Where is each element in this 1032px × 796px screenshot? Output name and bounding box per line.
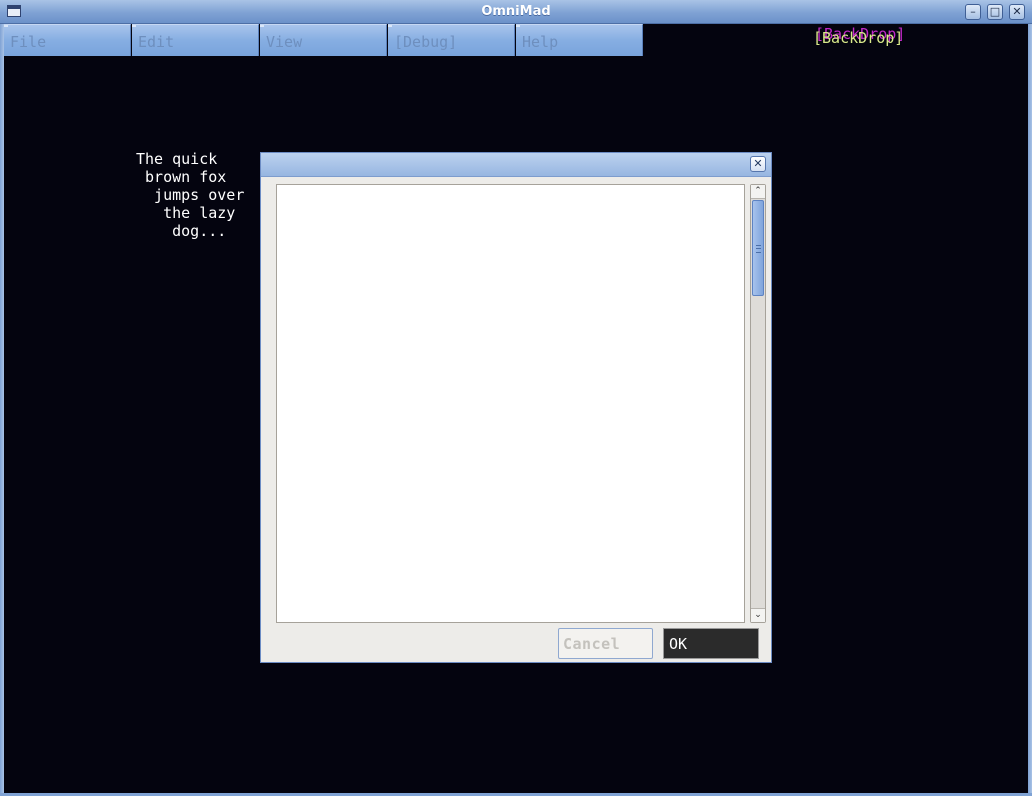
window-titlebar[interactable]: OmniMad – □ ✕	[0, 0, 1032, 24]
backdrop-label[interactable]: [BackDrop] [BackDrop]	[813, 25, 905, 47]
maximize-icon: □	[989, 5, 1001, 18]
pangram-line: the lazy	[136, 204, 236, 222]
scrollbar-thumb[interactable]	[752, 200, 764, 296]
pangram-line: brown fox	[136, 168, 227, 186]
minimize-button[interactable]: –	[965, 4, 981, 20]
text-dialog: ✕ ⌃ ⌄ Cancel OK	[260, 152, 772, 663]
menu-help[interactable]: Help	[516, 24, 643, 56]
pangram-line: The quick	[136, 150, 218, 168]
maximize-button[interactable]: □	[987, 4, 1003, 20]
minimize-icon: –	[970, 5, 976, 18]
window-border-right	[1028, 24, 1032, 796]
menu-edit[interactable]: Edit	[132, 24, 259, 56]
cancel-button[interactable]: Cancel	[558, 628, 653, 659]
window-title: OmniMad	[481, 4, 551, 19]
menu-debug[interactable]: [Debug]	[388, 24, 515, 56]
menu-file[interactable]: File	[4, 24, 131, 56]
pangram-line: dog...	[136, 222, 227, 240]
grip-icon	[756, 245, 761, 253]
scroll-up-button[interactable]: ⌃	[751, 185, 765, 199]
dialog-close-button[interactable]: ✕	[750, 156, 766, 172]
pangram-text: The quick brown fox jumps over the lazy …	[120, 150, 260, 240]
ok-button[interactable]: OK	[663, 628, 759, 659]
scroll-down-button[interactable]: ⌄	[751, 608, 765, 622]
menu-view[interactable]: View	[260, 24, 387, 56]
window-border-left	[0, 24, 4, 796]
close-icon: ✕	[1012, 5, 1022, 18]
chevron-down-icon: ⌄	[754, 610, 762, 620]
close-icon: ✕	[753, 157, 763, 170]
pangram-line: jumps over	[136, 186, 245, 204]
dialog-text-area[interactable]	[276, 184, 745, 623]
backdrop-label-text: [BackDrop]	[813, 29, 904, 47]
chevron-up-icon: ⌃	[754, 186, 762, 196]
dialog-vertical-scrollbar[interactable]: ⌃ ⌄	[750, 184, 766, 623]
dialog-titlebar[interactable]: ✕	[261, 153, 771, 177]
close-window-button[interactable]: ✕	[1009, 4, 1025, 20]
